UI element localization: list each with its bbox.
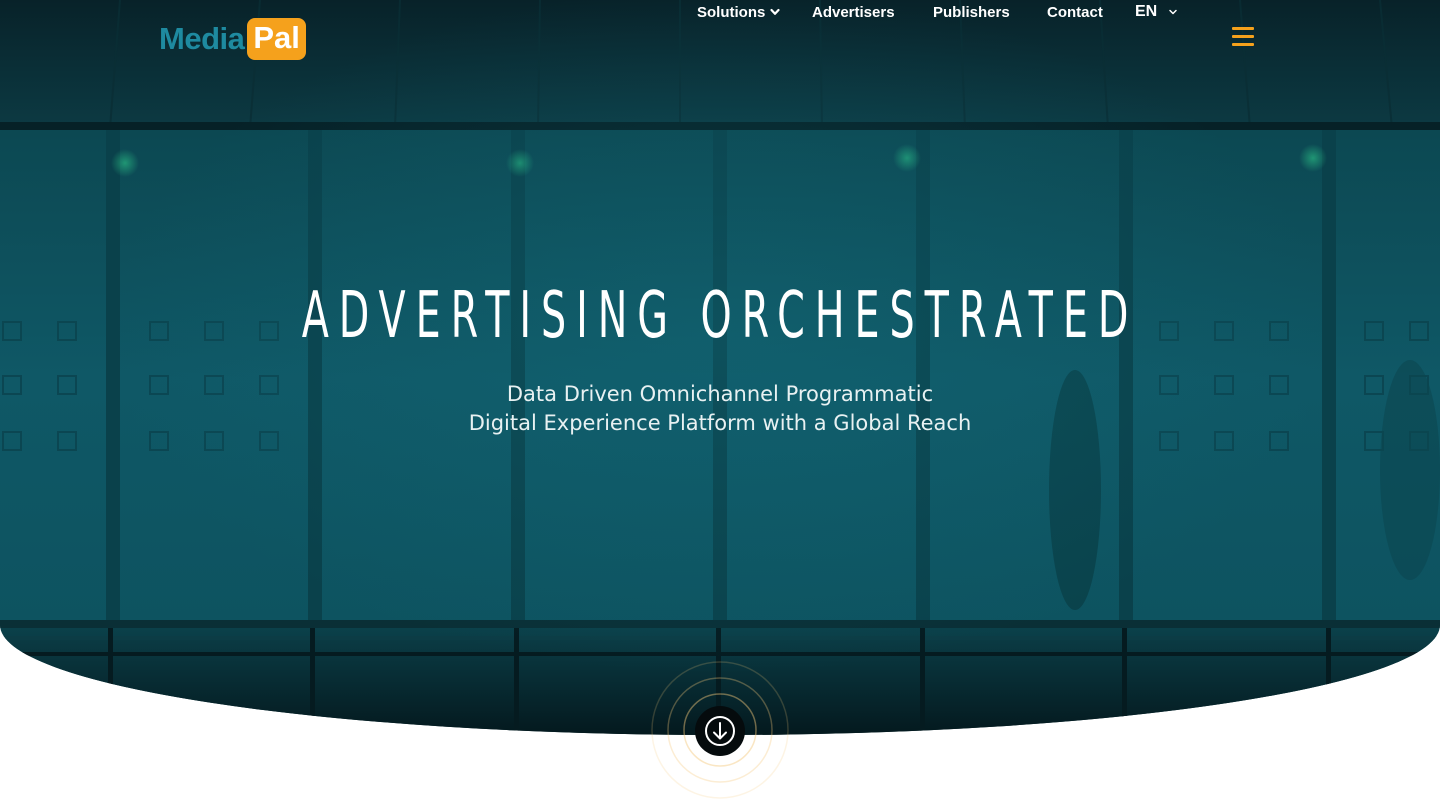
nav-item-advertisers[interactable]: Advertisers — [812, 0, 895, 24]
chevron-down-icon — [770, 8, 780, 15]
nav-item-label: Contact — [1047, 3, 1103, 21]
scroll-down-button[interactable] — [695, 706, 745, 756]
logo-text-pal: Pal — [247, 18, 306, 60]
hero-section — [0, 0, 1440, 735]
logo-text-media: Media — [159, 21, 245, 56]
hero-overlay — [0, 0, 1440, 735]
language-label: EN — [1135, 3, 1158, 20]
nav-item-label: Publishers — [933, 3, 1010, 21]
hamburger-icon[interactable] — [1232, 27, 1254, 49]
nav-item-solutions[interactable]: Solutions — [697, 0, 780, 24]
language-selector[interactable]: EN — [1135, 0, 1178, 24]
arrow-down-circle-icon — [705, 716, 735, 746]
nav-item-label: Solutions — [697, 3, 766, 21]
hero-headline: ADVERTISING ORCHESTRATED — [301, 279, 1139, 353]
nav-item-label: Advertisers — [812, 3, 895, 21]
chevron-down-icon — [1169, 9, 1177, 15]
hero-subline-2: Digital Experience Platform with a Globa… — [468, 411, 972, 435]
nav-item-contact[interactable]: Contact — [1047, 0, 1103, 24]
hero-subline-1: Data Driven Omnichannel Programmatic — [506, 382, 934, 406]
nav-item-publishers[interactable]: Publishers — [933, 0, 1010, 24]
mediapal-logo[interactable]: Media Pal — [159, 16, 306, 62]
